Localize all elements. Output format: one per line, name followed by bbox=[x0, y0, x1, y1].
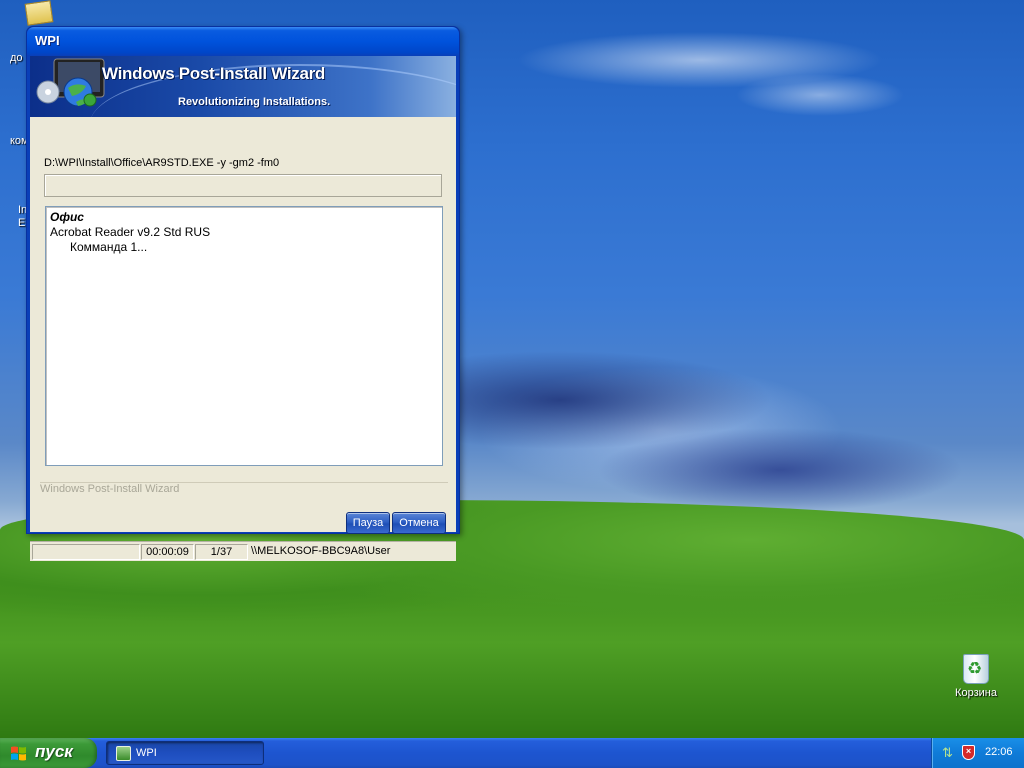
current-command-path: D:\WPI\Install\Office\AR9STD.EXE -y -gm2… bbox=[44, 157, 280, 169]
status-bar: 00:00:09 1/37 \\MELKOSOF-BBC9A8\User bbox=[30, 541, 456, 561]
recycle-bin-label: Корзина bbox=[955, 687, 997, 699]
desktop-icon-label-docs[interactable]: до bbox=[10, 52, 23, 64]
group-label: Windows Post-Install Wizard bbox=[40, 483, 183, 495]
start-label: пуск bbox=[35, 742, 73, 761]
status-user: \\MELKOSOF-BBC9A8\User bbox=[251, 545, 391, 557]
install-progress-bar bbox=[44, 174, 442, 197]
window-client-area: Windows Post-Install Wizard Revolutioniz… bbox=[30, 56, 456, 561]
tray-clock[interactable]: 22:06 bbox=[985, 746, 1013, 758]
wpi-window: WPI Windows Post-Install Wizard Revoluti… bbox=[26, 26, 460, 561]
security-shield-icon[interactable]: × bbox=[962, 745, 975, 760]
banner-title: Windows Post-Install Wizard bbox=[102, 64, 325, 83]
recycle-bin[interactable]: Корзина bbox=[948, 654, 1004, 699]
taskbar-item-label: WPI bbox=[136, 747, 157, 759]
status-elapsed-time: 00:00:09 bbox=[141, 544, 194, 560]
status-panel-empty bbox=[32, 544, 140, 560]
install-log-list[interactable]: Офис Acrobat Reader v9.2 Std RUS Комманд… bbox=[45, 206, 443, 466]
pause-button[interactable]: Пауза bbox=[346, 512, 390, 534]
desktop-icon-label-ie-2[interactable]: E bbox=[18, 217, 25, 229]
log-category: Офис bbox=[50, 210, 84, 224]
start-button[interactable]: пуск bbox=[0, 738, 97, 768]
network-icon[interactable]: ⇅ bbox=[942, 745, 953, 761]
cancel-button[interactable]: Отмена bbox=[392, 512, 446, 534]
taskbar-item-wpi[interactable]: WPI bbox=[106, 741, 264, 765]
system-tray: ⇅ × 22:06 bbox=[931, 738, 1024, 768]
windows-flag-icon bbox=[11, 746, 26, 761]
log-command: Комманда 1... bbox=[70, 240, 148, 254]
window-title: WPI bbox=[35, 33, 60, 48]
status-item-count: 1/37 bbox=[195, 544, 248, 560]
banner-subtitle: Revolutionizing Installations. bbox=[178, 96, 331, 108]
wpi-logo-icon bbox=[36, 58, 105, 107]
wpi-app-icon bbox=[116, 746, 131, 761]
taskbar: пуск WPI ⇅ × 22:06 bbox=[0, 738, 1024, 768]
recycle-bin-icon bbox=[963, 654, 989, 684]
my-documents-icon[interactable] bbox=[24, 0, 54, 26]
log-program: Acrobat Reader v9.2 Std RUS bbox=[50, 225, 211, 239]
wizard-banner: Windows Post-Install Wizard Revolutioniz… bbox=[30, 56, 456, 117]
window-title-bar[interactable]: WPI bbox=[27, 27, 459, 56]
wallpaper-hills bbox=[0, 500, 1024, 738]
